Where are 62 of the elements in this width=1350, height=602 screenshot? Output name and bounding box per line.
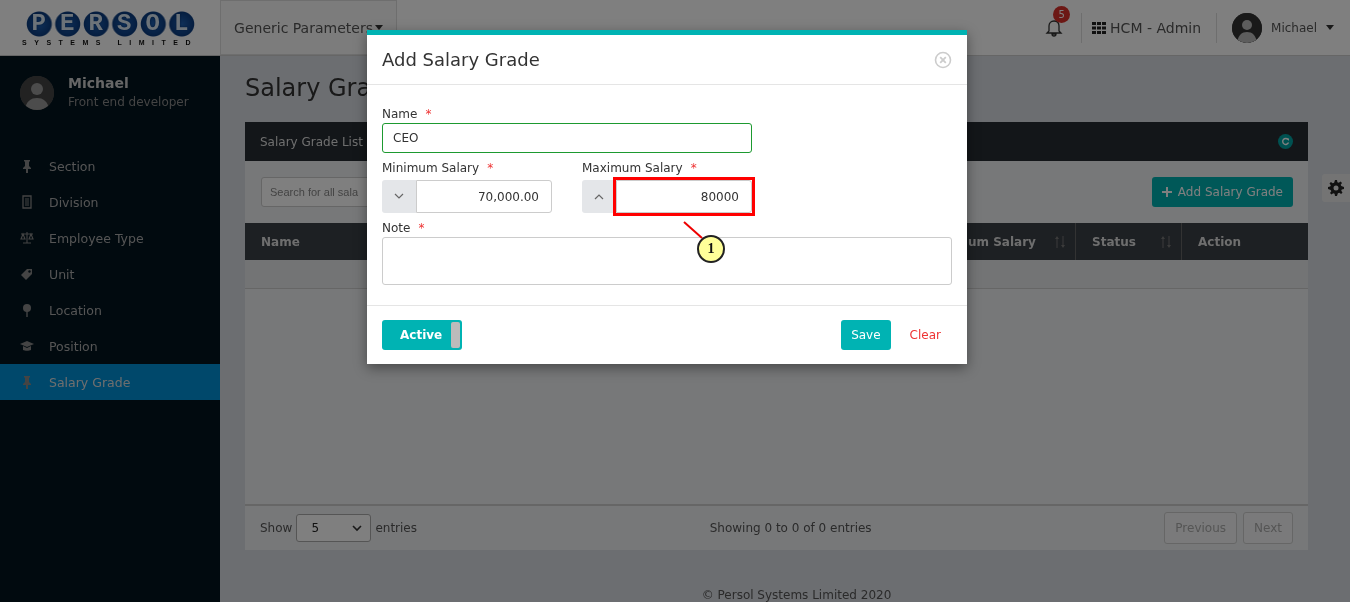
sidebar-item[interactable]: Division [0,184,220,220]
avatar [20,76,54,110]
sidebar-item[interactable]: Position [0,328,220,364]
column-header[interactable]: Action [1198,234,1242,249]
chevron-up-icon [594,193,604,200]
required-marker: * [690,161,697,175]
length-label: Show [260,521,293,535]
settings-icon [1328,180,1344,196]
profile-role: Front end developer [68,95,189,109]
user-menu[interactable]: Michael [1217,12,1334,43]
field-label: Maximum Salary [582,161,683,175]
tag-icon [20,267,34,281]
number-field[interactable]: 70,000.00 [416,180,552,213]
field-label: Name [382,107,418,121]
card-title: Salary Grade List [260,134,363,149]
app-switcher[interactable]: HCM - Admin [1082,19,1217,36]
pin-icon [20,375,34,389]
note-field[interactable] [382,237,952,285]
column-header[interactable]: Status [1092,234,1136,249]
required-marker: * [487,161,494,175]
grid-icon [1092,21,1107,34]
number-field[interactable]: 80000 [616,180,752,213]
close-icon [934,50,952,69]
leader-line [683,221,703,239]
plus-icon [1161,187,1172,197]
sidebar-item[interactable]: Unit [0,256,220,292]
pin-icon [20,159,34,173]
scale-icon [20,231,34,245]
column-header[interactable]: Name [261,234,300,249]
avatar [1232,12,1263,43]
required-marker: * [418,221,425,235]
required-marker: * [425,107,432,121]
add-salary-grade-button[interactable]: Add Salary Grade [1151,177,1293,207]
graduation-cap-icon [20,339,34,353]
map-pin-icon [20,303,34,317]
table-info: Showing 0 to 0 of 0 entries [709,521,872,535]
sidebar-item[interactable]: Employee Type [0,220,220,256]
status-toggle[interactable]: Active [382,320,462,350]
document-icon [20,195,34,209]
notification-badge: 5 [1053,5,1071,23]
chevron-down-icon [352,524,363,532]
bell-icon[interactable] [1045,18,1064,37]
clear-link[interactable]: Clear [898,328,952,342]
refresh-icon[interactable] [1278,134,1293,149]
save-button[interactable]: Save [841,320,891,350]
field-label: Note [382,221,411,235]
input-field[interactable]: CEO [382,123,752,153]
footer-text: © Persol Systems Limited 2020 [700,588,893,602]
profile-name: Michael [68,75,130,91]
sidebar-item[interactable]: Location [0,292,220,328]
field-label: Minimum Salary [382,161,480,175]
sidebar-item[interactable]: Salary Grade [0,364,220,400]
stepper-button[interactable] [582,180,616,213]
sort-icon [1055,235,1065,248]
caret-icon [1326,25,1334,30]
length-label: entries [375,521,417,535]
chevron-down-icon [394,193,404,200]
sort-icon [1161,235,1171,248]
entries-select[interactable]: 5 [296,514,372,542]
settings-button[interactable] [1322,174,1350,202]
column-header[interactable]: um Salary [968,234,1036,249]
sidebar-item[interactable]: Section [0,148,220,184]
